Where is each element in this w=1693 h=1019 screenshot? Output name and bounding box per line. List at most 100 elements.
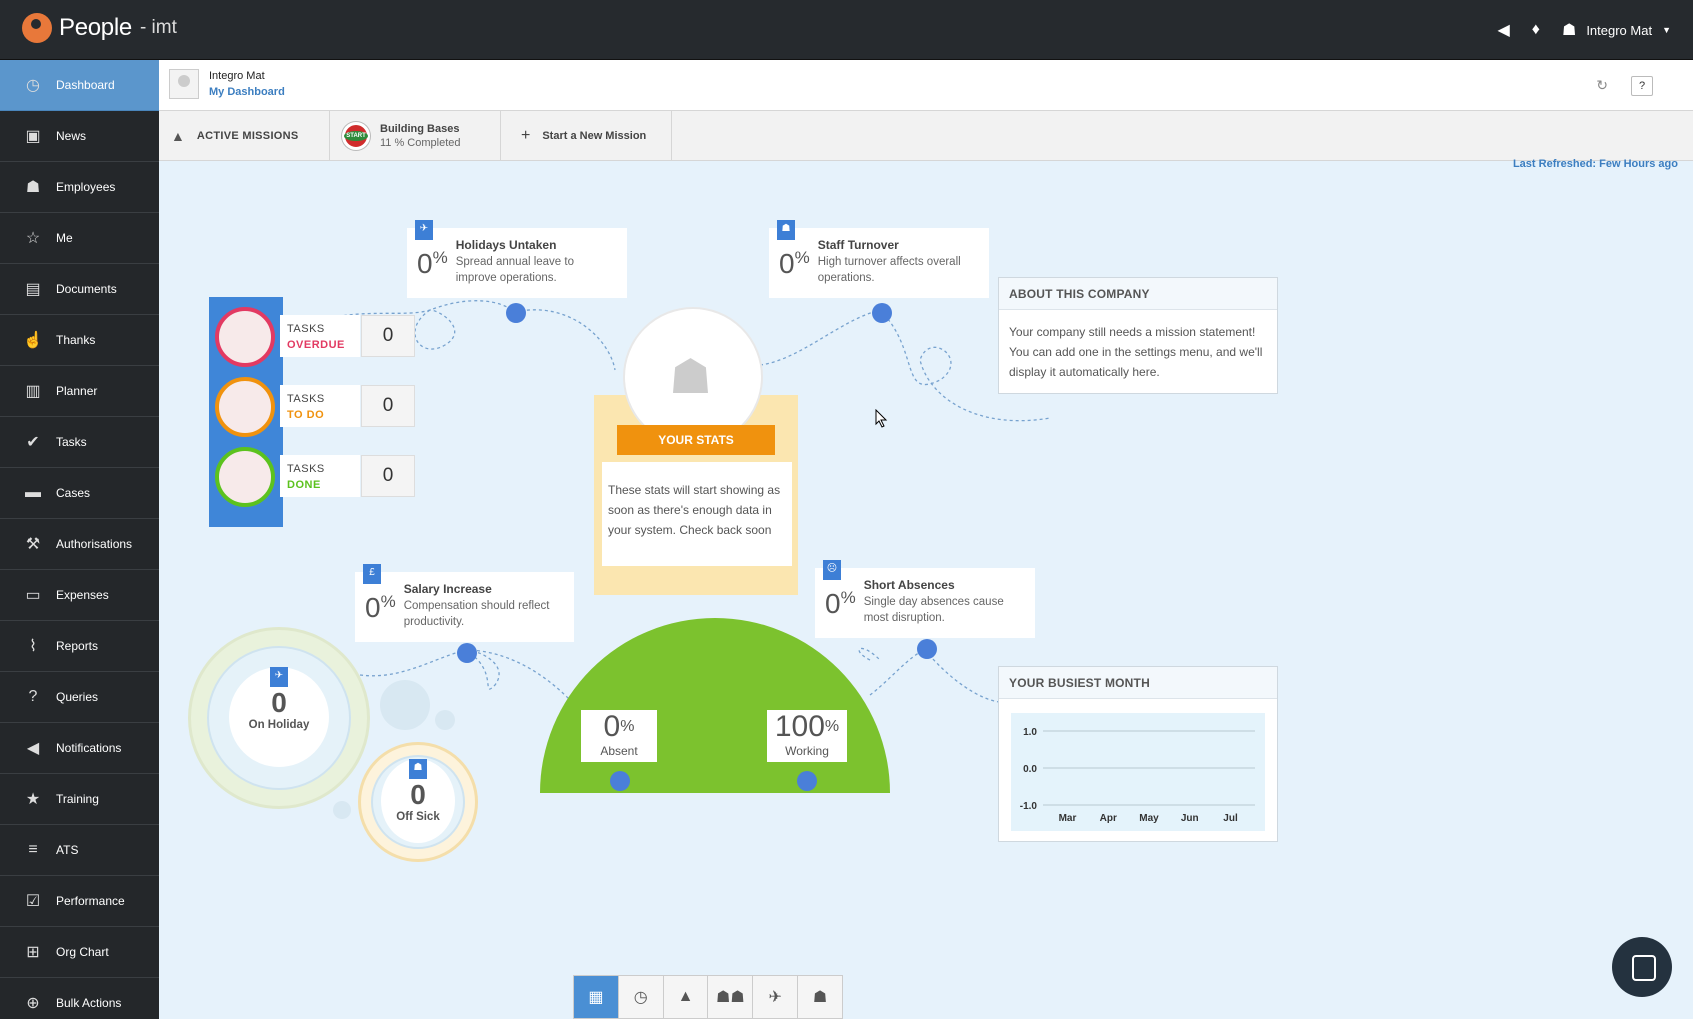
start-new-mission-label: Start a New Mission: [542, 129, 647, 142]
short-absences-card[interactable]: ☹ 0% Short Absences Single day absences c…: [815, 560, 1035, 638]
user-icon: ☗: [1561, 22, 1577, 39]
wallet-icon: ▭: [25, 587, 41, 604]
salary-increase-card[interactable]: £ 0% Salary Increase Compensation should …: [355, 564, 574, 642]
question-doc-icon: ?: [28, 688, 38, 705]
sidebar-item-queries[interactable]: ? Queries: [0, 672, 159, 723]
sidebar-item-planner[interactable]: ▥ Planner: [0, 366, 159, 417]
absent-box[interactable]: 0% Absent: [579, 708, 659, 764]
sidebar-item-notifications[interactable]: ◀ Notifications: [0, 723, 159, 774]
task-status: OVERDUE: [287, 339, 345, 351]
plane-icon[interactable]: ✈: [753, 976, 799, 1018]
top-icons: ◀ ♦ ☗ Integro Mat ▼: [1475, 20, 1671, 40]
gavel-icon: ⚒: [25, 536, 41, 553]
tv-icon: ▣: [25, 128, 41, 145]
people-logo-icon: [22, 13, 52, 43]
refresh-icon[interactable]: ↻: [1596, 77, 1608, 94]
sidebar-item-label: Planner: [56, 384, 98, 398]
avatar[interactable]: [169, 69, 199, 99]
check-square-icon: ☑: [25, 893, 41, 910]
sidebar-item-reports[interactable]: ⌇ Reports: [0, 621, 159, 672]
sidebar-item-ats[interactable]: ≡ ATS: [0, 825, 159, 876]
sidebar-item-label: Notifications: [56, 741, 122, 755]
sidebar-item-label: Me: [56, 231, 73, 245]
user-menu[interactable]: ☗ Integro Mat ▼: [1562, 20, 1671, 40]
plus-icon: +: [521, 126, 531, 144]
sidebar-item-performance[interactable]: ☑ Performance: [0, 876, 159, 927]
megaphone-icon: ◀: [26, 740, 40, 757]
top-bar: People - imt ◀ ♦ ☗ Integro Mat ▼: [0, 0, 1693, 60]
on-holiday-widget[interactable]: ✈ 0 On Holiday: [229, 667, 329, 767]
sidebar-item-org-chart[interactable]: ⊞ Org Chart: [0, 927, 159, 978]
sidebar: ◷ Dashboard ▣ News ☗ Employees ☆ Me ▤ Documents ☝ T…: [0, 60, 159, 1019]
about-company-panel: ABOUT THIS COMPANY Your company still ne…: [998, 277, 1278, 394]
your-stats-ribbon: YOUR STATS: [617, 425, 775, 455]
task-label: TASKS TO DO: [280, 385, 360, 427]
sidebar-item-employees[interactable]: ☗ Employees: [0, 162, 159, 213]
task-label: TASKS OVERDUE: [280, 315, 360, 357]
holidays-untaken-card[interactable]: ✈ 0% Holidays Untaken Spread annual leave…: [407, 220, 627, 298]
task-ring: [215, 447, 275, 507]
clock-icon[interactable]: ◷: [619, 976, 664, 1018]
sidebar-item-cases[interactable]: ▬ Cases: [0, 468, 159, 519]
user-star-icon: ☆: [25, 230, 41, 247]
busiest-month-panel: YOUR BUSIEST MONTH 1.0 0.0 -1.0 Mar Apr May Ju…: [998, 666, 1278, 842]
sidebar-item-authorisations[interactable]: ⚒ Authorisations: [0, 519, 159, 570]
task-count: 0: [361, 315, 415, 357]
sidebar-item-label: Performance: [56, 894, 125, 908]
task-status: TO DO: [287, 409, 325, 421]
plane-icon: ✈: [270, 667, 288, 687]
task-label: TASKS DONE: [280, 455, 360, 497]
mission-progress: 11 % Completed: [380, 136, 461, 149]
off-sick-widget[interactable]: ☗ 0 Off Sick: [381, 759, 455, 843]
rocket-icon[interactable]: ▲: [664, 976, 709, 1018]
user-icon[interactable]: ☗: [798, 976, 842, 1018]
y-tick-label: -1.0: [1020, 801, 1038, 812]
sidebar-item-news[interactable]: ▣ News: [0, 111, 159, 162]
mission-building-bases[interactable]: START Building Bases 11 % Completed: [330, 111, 501, 160]
absences-desc: Single day absences cause most disruptio…: [863, 596, 1004, 624]
about-title: ABOUT THIS COMPANY: [999, 278, 1277, 310]
pound-icon: £: [363, 564, 381, 584]
sidebar-item-dashboard[interactable]: ◷ Dashboard: [0, 60, 159, 111]
start-badge-icon: START: [342, 121, 370, 150]
on-holiday-label: On Holiday: [248, 719, 310, 731]
working-box[interactable]: 100% Working: [765, 708, 849, 764]
sidebar-item-tasks[interactable]: ✔ Tasks: [0, 417, 159, 468]
salary-desc: Compensation should reflect productivity…: [403, 600, 550, 628]
sidebar-item-thanks[interactable]: ☝ Thanks: [0, 315, 159, 366]
staff-turnover-card[interactable]: ☗ 0% Staff Turnover High turnover affects…: [769, 220, 989, 298]
breadcrumb-my-dashboard[interactable]: My Dashboard: [209, 86, 285, 98]
sidebar-item-label: Dashboard: [56, 78, 115, 92]
mission-title: Building Bases: [380, 122, 460, 135]
chat-launcher-button[interactable]: [1612, 937, 1672, 997]
sidebar-item-label: Expenses: [56, 588, 109, 602]
sidebar-item-label: Documents: [56, 282, 117, 296]
bulb-icon[interactable]: ♦: [1532, 21, 1540, 39]
app-logo[interactable]: People - imt: [22, 13, 177, 43]
turnover-pct: 0%: [779, 248, 810, 279]
group-icon[interactable]: ☗☗: [708, 976, 754, 1018]
turnover-title: Staff Turnover: [817, 238, 899, 252]
sidebar-item-bulk-actions[interactable]: ⊕ Bulk Actions: [0, 978, 159, 1019]
last-refreshed: Last Refreshed: Few Hours ago: [1512, 158, 1678, 170]
megaphone-icon[interactable]: ◀: [1497, 20, 1509, 40]
start-new-mission-button[interactable]: + Start a New Mission: [501, 111, 672, 160]
sidebar-item-training[interactable]: ★ Training: [0, 774, 159, 825]
connector-dot: [506, 303, 526, 323]
salary-pct: 0%: [365, 592, 396, 623]
absent-value: 0%: [603, 710, 635, 743]
plane-icon: ✈: [415, 220, 433, 240]
grid-icon[interactable]: ▦: [574, 976, 619, 1018]
connector-dot: [610, 771, 630, 791]
user-name: Integro Mat: [1586, 22, 1653, 38]
busiest-month-chart: 1.0 0.0 -1.0 Mar Apr May Jun Jul: [1011, 713, 1265, 831]
sidebar-item-documents[interactable]: ▤ Documents: [0, 264, 159, 315]
sidebar-item-expenses[interactable]: ▭ Expenses: [0, 570, 159, 621]
connector-dot: [917, 639, 937, 659]
sidebar-item-me[interactable]: ☆ Me: [0, 213, 159, 264]
active-missions-tab[interactable]: ▲ ACTIVE MISSIONS: [159, 111, 330, 160]
busiest-month-chart-svg: 1.0 0.0 -1.0 Mar Apr May Jun Jul: [1020, 727, 1255, 824]
thumbs-up-icon: ☝: [23, 332, 43, 349]
sidebar-item-label: Training: [56, 792, 99, 806]
help-button[interactable]: ?: [1631, 76, 1653, 96]
